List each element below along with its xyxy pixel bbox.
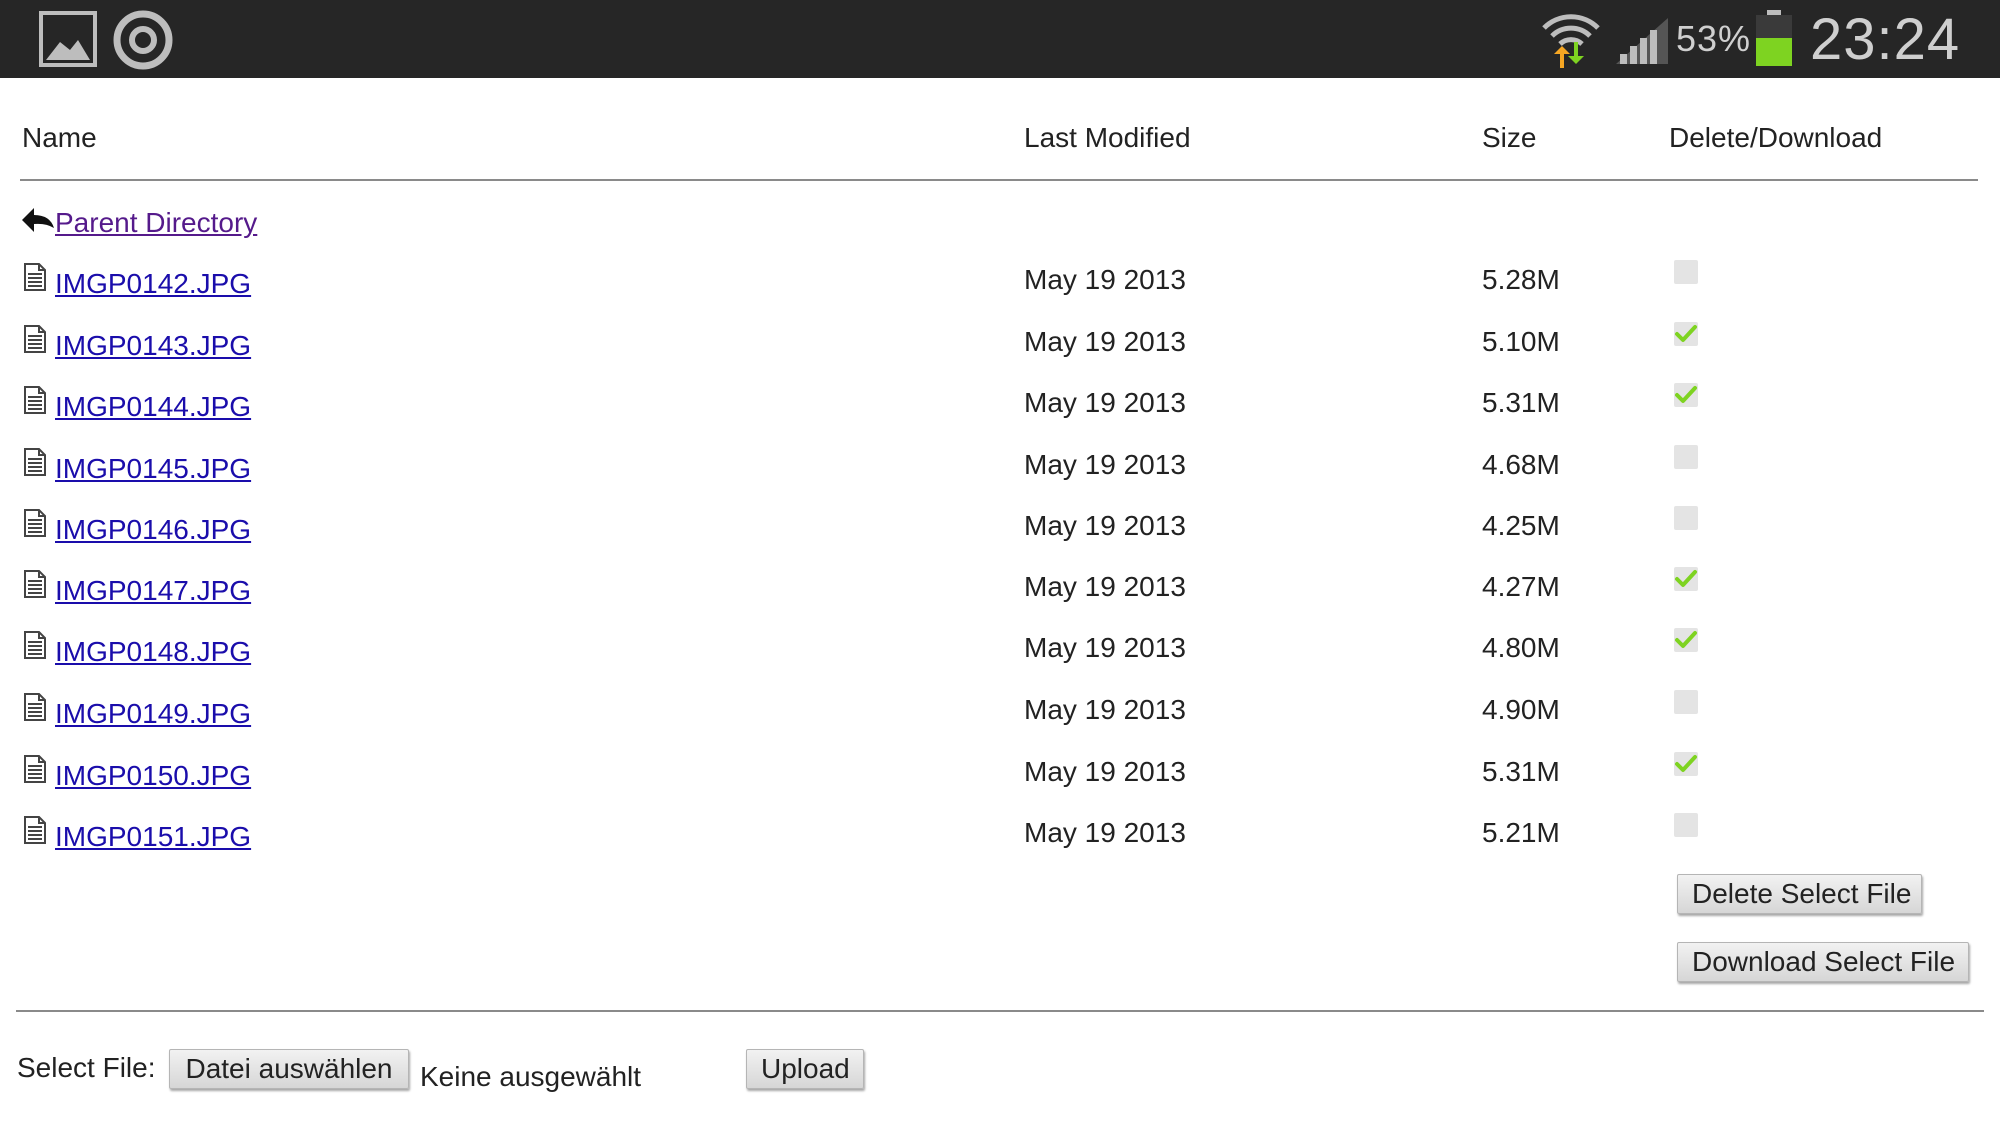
- table-row: IMGP0142.JPG May 19 2013 5.28M: [0, 260, 2000, 310]
- file-last-modified: May 19 2013: [1024, 387, 1186, 418]
- file-icon: [24, 631, 46, 659]
- file-size: 4.68M: [1482, 449, 1560, 480]
- delete-selected-button[interactable]: Delete Select File: [1677, 874, 1922, 914]
- upload-button[interactable]: Upload: [746, 1049, 864, 1089]
- file-size: 5.31M: [1482, 756, 1560, 787]
- parent-directory-link[interactable]: Parent Directory: [55, 207, 257, 239]
- header-divider: [20, 179, 1978, 181]
- file-last-modified: May 19 2013: [1024, 694, 1186, 725]
- status-bar: 53% 23:24: [0, 0, 2000, 78]
- file-select-checkbox[interactable]: [1674, 567, 1698, 591]
- checkmark-icon: [1675, 386, 1697, 403]
- file-icon: [24, 570, 46, 598]
- file-size: 4.90M: [1482, 694, 1560, 725]
- file-name-link[interactable]: IMGP0145.JPG: [55, 453, 251, 485]
- file-last-modified: May 19 2013: [1024, 756, 1186, 787]
- file-size: 5.31M: [1482, 387, 1560, 418]
- file-name-link[interactable]: IMGP0151.JPG: [55, 821, 251, 853]
- checkmark-icon: [1675, 325, 1697, 342]
- file-icon: [24, 386, 46, 414]
- file-last-modified: May 19 2013: [1024, 264, 1186, 295]
- file-select-checkbox[interactable]: [1674, 322, 1698, 346]
- table-row: IMGP0148.JPG May 19 2013 4.80M: [0, 628, 2000, 678]
- file-name-link[interactable]: IMGP0149.JPG: [55, 698, 251, 730]
- wifi-icon: [1542, 14, 1600, 68]
- file-size: 4.27M: [1482, 571, 1560, 602]
- table-row: IMGP0143.JPG May 19 2013 5.10M: [0, 322, 2000, 372]
- select-file-label: Select File:: [17, 1052, 156, 1083]
- file-name-link[interactable]: IMGP0143.JPG: [55, 330, 251, 362]
- file-size: 5.21M: [1482, 817, 1560, 848]
- table-row: IMGP0149.JPG May 19 2013 4.90M: [0, 690, 2000, 740]
- column-header-last-modified: Last Modified: [1024, 122, 1191, 153]
- table-row: IMGP0146.JPG May 19 2013 4.25M: [0, 506, 2000, 556]
- signal-icon: [1616, 18, 1668, 64]
- file-select-checkbox[interactable]: [1674, 690, 1698, 714]
- column-header-name: Name: [22, 122, 97, 153]
- file-name-link[interactable]: IMGP0148.JPG: [55, 636, 251, 668]
- file-select-checkbox[interactable]: [1674, 813, 1698, 837]
- file-icon: [24, 325, 46, 353]
- file-name-link[interactable]: IMGP0142.JPG: [55, 268, 251, 300]
- file-last-modified: May 19 2013: [1024, 510, 1186, 541]
- file-size: 5.10M: [1482, 326, 1560, 357]
- file-icon: [24, 509, 46, 537]
- file-icon: [24, 693, 46, 721]
- file-select-checkbox[interactable]: [1674, 752, 1698, 776]
- back-arrow-icon: [22, 208, 54, 232]
- download-selected-button[interactable]: Download Select File: [1677, 942, 1969, 982]
- file-icon: [24, 263, 46, 291]
- checkmark-icon: [1675, 570, 1697, 587]
- table-row: IMGP0144.JPG May 19 2013 5.31M: [0, 383, 2000, 433]
- no-file-chosen-text: Keine ausgewählt: [420, 1061, 642, 1092]
- clock: 23:24: [1810, 7, 1961, 72]
- checkmark-icon: [1675, 755, 1697, 772]
- file-last-modified: May 19 2013: [1024, 449, 1186, 480]
- table-row: IMGP0145.JPG May 19 2013 4.68M: [0, 445, 2000, 495]
- file-icon: [24, 448, 46, 476]
- column-header-delete-download: Delete/Download: [1669, 122, 1883, 153]
- file-icon: [24, 816, 46, 844]
- file-last-modified: May 19 2013: [1024, 817, 1186, 848]
- file-name-link[interactable]: IMGP0150.JPG: [55, 760, 251, 792]
- file-last-modified: May 19 2013: [1024, 632, 1186, 663]
- gallery-icon: [39, 11, 97, 67]
- file-select-checkbox[interactable]: [1674, 506, 1698, 530]
- table-row: IMGP0151.JPG May 19 2013 5.21M: [0, 813, 2000, 863]
- choose-file-button[interactable]: Datei auswählen: [169, 1049, 409, 1089]
- file-size: 4.80M: [1482, 632, 1560, 663]
- file-name-link[interactable]: IMGP0144.JPG: [55, 391, 251, 423]
- file-select-checkbox[interactable]: [1674, 383, 1698, 407]
- file-size: 4.25M: [1482, 510, 1560, 541]
- battery-percent: 53%: [1676, 18, 1752, 59]
- circle-app-icon: [113, 10, 173, 70]
- file-name-link[interactable]: IMGP0146.JPG: [55, 514, 251, 546]
- file-icon: [24, 755, 46, 783]
- file-select-checkbox[interactable]: [1674, 628, 1698, 652]
- table-row: IMGP0150.JPG May 19 2013 5.31M: [0, 752, 2000, 802]
- table-row: IMGP0147.JPG May 19 2013 4.27M: [0, 567, 2000, 617]
- file-last-modified: May 19 2013: [1024, 326, 1186, 357]
- battery-icon: [1756, 10, 1792, 66]
- file-select-checkbox[interactable]: [1674, 260, 1698, 284]
- column-header-size: Size: [1482, 122, 1537, 153]
- file-last-modified: May 19 2013: [1024, 571, 1186, 602]
- file-select-checkbox[interactable]: [1674, 445, 1698, 469]
- checkmark-icon: [1675, 631, 1697, 648]
- file-name-link[interactable]: IMGP0147.JPG: [55, 575, 251, 607]
- file-size: 5.28M: [1482, 264, 1560, 295]
- footer-divider: [16, 1010, 1984, 1012]
